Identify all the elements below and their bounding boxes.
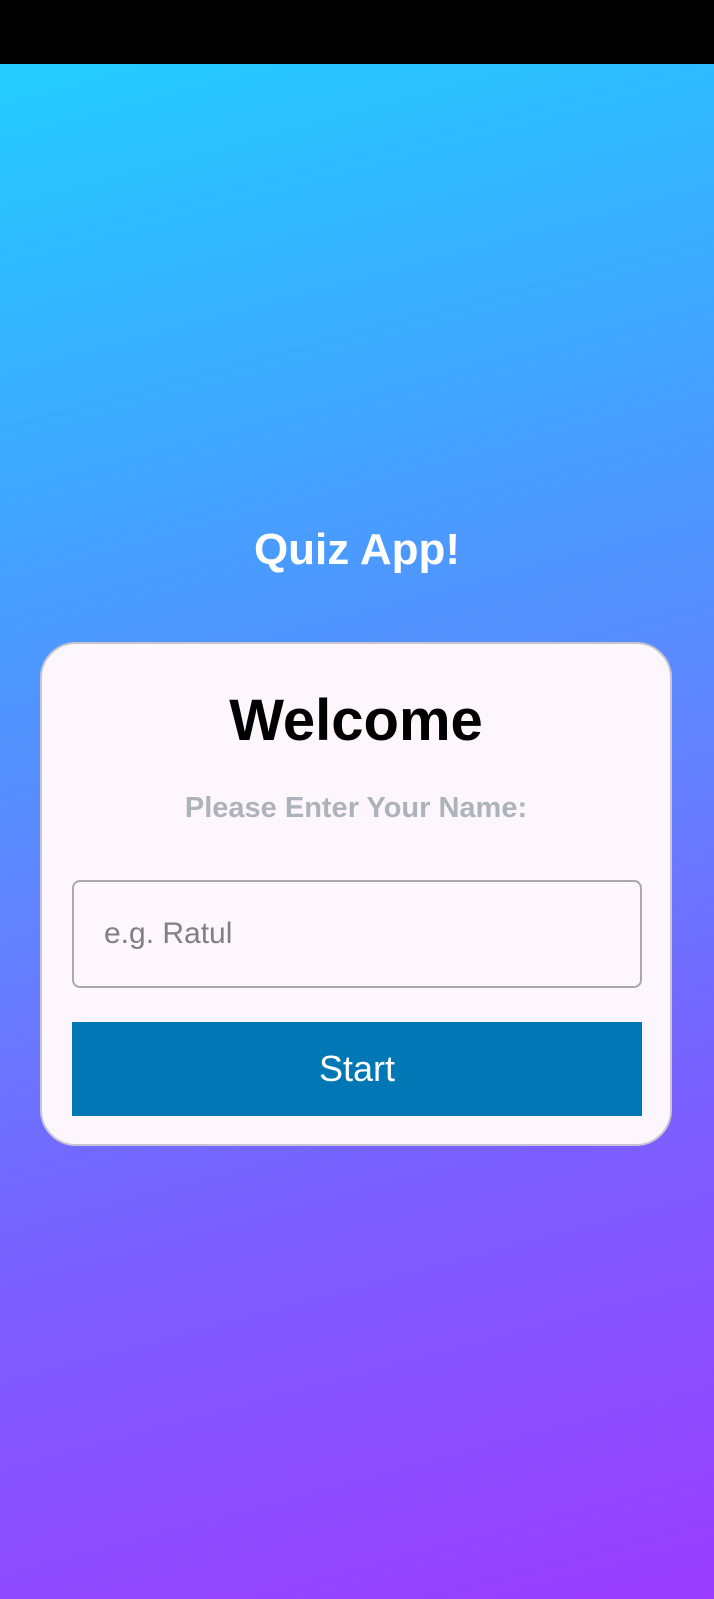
name-input[interactable]: [72, 880, 642, 988]
welcome-card: Welcome Please Enter Your Name: Start: [40, 642, 672, 1146]
status-bar: [0, 0, 714, 64]
name-prompt-label: Please Enter Your Name:: [184, 792, 528, 824]
welcome-heading: Welcome: [229, 688, 483, 753]
app-title: Quiz App!: [253, 525, 461, 574]
start-button[interactable]: Start: [72, 1022, 642, 1116]
